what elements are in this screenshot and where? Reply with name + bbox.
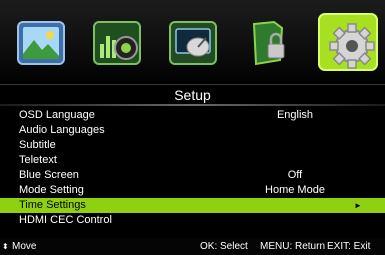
menu-item-blue-screen[interactable]: Blue Screen Off bbox=[0, 168, 385, 183]
footer-ok-hint: OK: Select bbox=[200, 241, 248, 252]
menu-item-hdmi-cec-control[interactable]: HDMI CEC Control bbox=[0, 213, 385, 228]
sound-icon[interactable] bbox=[88, 14, 146, 72]
menu-item-mode-setting[interactable]: Mode Setting Home Mode bbox=[0, 183, 385, 198]
menu-title: Setup bbox=[174, 87, 211, 103]
footer-menu-hint: MENU: Return bbox=[260, 241, 326, 252]
menu-item-subtitle[interactable]: Subtitle bbox=[0, 138, 385, 153]
icon-bar-divider bbox=[0, 84, 385, 85]
menu-item-value: Off bbox=[287, 169, 303, 181]
menu-item-label: Time Settings bbox=[19, 199, 86, 211]
footer-exit-hint: EXIT: Exit bbox=[327, 241, 371, 252]
setup-gear-icon[interactable] bbox=[316, 8, 382, 78]
menu-category-bar bbox=[0, 0, 385, 86]
up-down-arrow-icon: ⬍ bbox=[2, 242, 9, 251]
lock-icon[interactable] bbox=[240, 14, 298, 72]
menu-item-label: Teletext bbox=[19, 154, 57, 166]
menu-item-label: Mode Setting bbox=[19, 184, 84, 196]
menu-item-osd-language[interactable]: OSD Language English bbox=[0, 108, 385, 123]
menu-item-value: English bbox=[276, 109, 314, 121]
menu-item-label: Blue Screen bbox=[19, 169, 79, 181]
menu-item-label: Subtitle bbox=[19, 139, 56, 151]
picture-icon[interactable] bbox=[12, 14, 70, 72]
menu-item-label: Audio Languages bbox=[19, 124, 105, 136]
title-divider bbox=[0, 104, 385, 106]
channel-icon[interactable] bbox=[164, 14, 222, 72]
menu-item-audio-languages[interactable]: Audio Languages bbox=[0, 123, 385, 138]
menu-item-label: HDMI CEC Control bbox=[19, 214, 112, 226]
menu-item-teletext[interactable]: Teletext bbox=[0, 153, 385, 168]
footer-move-hint: Move bbox=[12, 241, 37, 252]
footer-help-bar: ⬍ Move OK: Select MENU: Return EXIT: Exi… bbox=[0, 238, 385, 255]
menu-item-label: OSD Language bbox=[19, 109, 95, 121]
menu-item-time-settings[interactable]: Time Settings ► bbox=[0, 198, 385, 213]
submenu-arrow-icon: ► bbox=[354, 201, 362, 210]
menu-item-value: Home Mode bbox=[265, 184, 325, 196]
